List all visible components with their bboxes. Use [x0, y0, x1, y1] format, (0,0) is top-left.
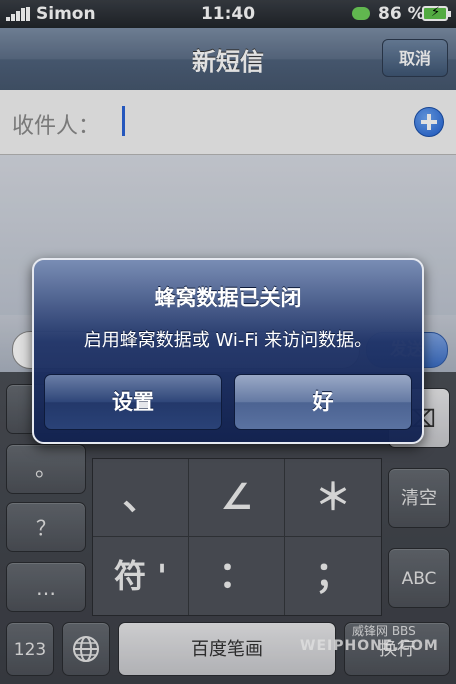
sms-compose-screen: Simon 11:40 86 % ⚡ 新短信 取消 收件人： 发送 。 ？ … …: [0, 0, 456, 684]
cellular-data-alert: 蜂窝数据已关闭 启用蜂窝数据或 Wi-Fi 来访问数据。 设置 好: [32, 258, 424, 444]
ok-button[interactable]: 好: [234, 374, 412, 430]
alert-title: 蜂窝数据已关闭: [154, 286, 302, 310]
settings-button[interactable]: 设置: [44, 374, 222, 430]
alert-message: 启用蜂窝数据或 Wi-Fi 来访问数据。: [83, 330, 373, 351]
